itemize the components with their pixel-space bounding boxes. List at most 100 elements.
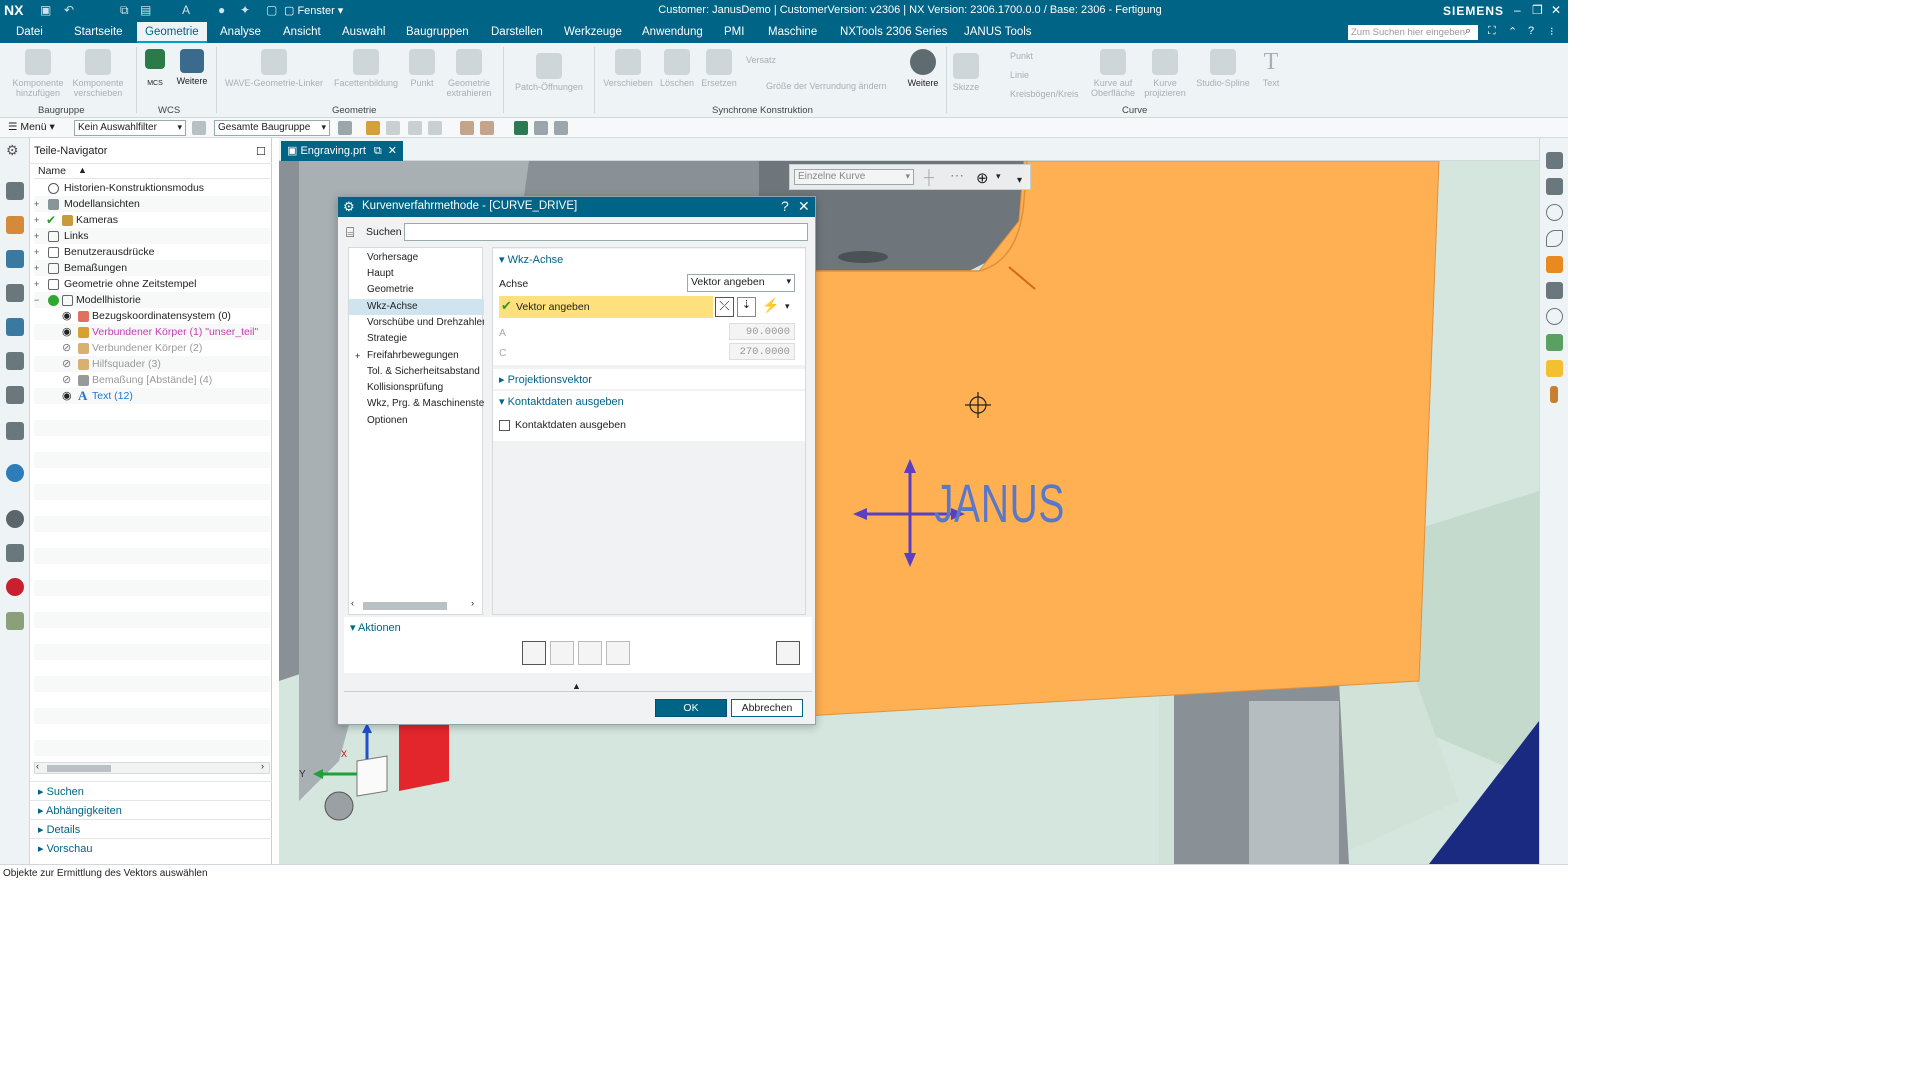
copy-icon[interactable]: ⧉ bbox=[120, 3, 129, 18]
add-component-button[interactable]: Komponente hinzufügen bbox=[8, 49, 68, 98]
tree-item-geometrie[interactable]: Geometrie bbox=[349, 282, 484, 298]
expand-icon[interactable]: + bbox=[34, 196, 44, 212]
settings-icon[interactable]: ⚙ bbox=[6, 142, 19, 159]
collapse-ribbon-icon[interactable]: ⌃ bbox=[1508, 25, 1517, 38]
text-style-icon[interactable]: A bbox=[182, 3, 190, 17]
play-forward-icon[interactable] bbox=[1546, 204, 1563, 221]
machine-navigator-icon[interactable] bbox=[6, 352, 24, 370]
tab-baugruppen[interactable]: Baugruppen bbox=[406, 26, 469, 38]
window-switch-icon[interactable]: ▢ bbox=[266, 3, 277, 17]
vector-options-dropdown-icon[interactable]: ▾ bbox=[785, 301, 790, 312]
process-studio-icon[interactable] bbox=[6, 544, 24, 562]
file-tab-engraving[interactable]: ▣ Engraving.prt ⧉ ✕ bbox=[281, 141, 403, 161]
tab-anwendung[interactable]: Anwendung bbox=[642, 26, 703, 38]
tree-item-vorhersage[interactable]: Vorhersage bbox=[349, 250, 484, 266]
curve-rule-select[interactable]: Einzelne Kurve bbox=[794, 169, 914, 185]
cancel-button[interactable]: Abbrechen bbox=[731, 699, 803, 717]
play-icon[interactable] bbox=[1546, 308, 1563, 325]
star-icon[interactable] bbox=[1546, 360, 1563, 377]
expand-icon[interactable]: + bbox=[355, 348, 360, 364]
web-browser-icon[interactable] bbox=[6, 464, 24, 482]
scroll-left-icon[interactable]: ‹ bbox=[36, 761, 39, 771]
tree-row-historien[interactable]: Historien-Konstruktionsmodus bbox=[34, 180, 270, 196]
dialog-search-input[interactable] bbox=[404, 223, 808, 241]
search-icon[interactable]: ⌕ bbox=[1465, 25, 1471, 38]
tree-item-maschinensteuerung[interactable]: Wkz, Prg. & Maschinensteuerung bbox=[349, 396, 484, 412]
restore-icon[interactable]: ❐ bbox=[1532, 3, 1543, 17]
replace-face-button[interactable]: Ersetzen bbox=[698, 49, 740, 88]
tree-item-vorschuebe[interactable]: Vorschübe und Drehzahlen bbox=[349, 315, 484, 331]
intersect-icon[interactable]: ┼ bbox=[924, 169, 934, 185]
tree-item-optionen[interactable]: Optionen bbox=[349, 413, 484, 429]
list-icon[interactable] bbox=[606, 641, 630, 665]
filter-reset-icon[interactable] bbox=[192, 121, 206, 135]
tab-pmi[interactable]: PMI bbox=[724, 26, 744, 38]
mcs-button[interactable]: MCS bbox=[142, 77, 168, 89]
scrollbar-thumb[interactable] bbox=[363, 602, 447, 610]
navigator-column-header[interactable]: Name ▲ bbox=[34, 165, 270, 179]
system-materials-icon[interactable] bbox=[6, 612, 24, 630]
project-curve-button[interactable]: Kurve projizieren bbox=[1140, 49, 1190, 98]
assembly-navigator-icon[interactable] bbox=[6, 216, 24, 234]
tree-item-kollisionspruefung[interactable]: Kollisionsprüfung bbox=[349, 380, 484, 396]
tree-row-verbundener-koerper-1[interactable]: ◉ Verbundener Körper (1) "unser_teil" bbox=[34, 324, 270, 340]
dialog-title-bar[interactable]: ⚙ Kurvenverfahrmethode - [CURVE_DRIVE] ?… bbox=[338, 197, 815, 217]
curve-on-surface-button[interactable]: Kurve auf Oberfläche bbox=[1088, 49, 1138, 98]
generate-icon[interactable] bbox=[522, 641, 546, 665]
minimize-icon[interactable]: – bbox=[1514, 3, 1521, 17]
touch-mode-icon[interactable]: ✦ bbox=[240, 3, 250, 17]
select-vector-icon[interactable]: ⤫ bbox=[715, 297, 734, 317]
paste-icon[interactable]: ▤ bbox=[140, 3, 151, 17]
tree-row-links[interactable]: + Links bbox=[34, 228, 270, 244]
tab-darstellen[interactable]: Darstellen bbox=[491, 26, 543, 38]
line-button[interactable]: Linie bbox=[996, 70, 1056, 80]
tab-startseite[interactable]: Startseite bbox=[74, 26, 123, 38]
tab-ansicht[interactable]: Ansicht bbox=[283, 26, 321, 38]
tree-item-toleranz[interactable]: Tol. & Sicherheitsabstand bbox=[349, 364, 484, 380]
wave-linker-button[interactable]: WAVE-Geometrie-Linker bbox=[222, 49, 326, 88]
eye-icon[interactable]: ◉ bbox=[62, 388, 72, 404]
show-icon[interactable] bbox=[1546, 334, 1563, 351]
eye-icon[interactable]: ◉ bbox=[62, 308, 72, 324]
close-tab-icon[interactable]: ✕ bbox=[388, 145, 397, 157]
tab-werkzeuge[interactable]: Werkzeuge bbox=[564, 26, 622, 38]
move-face-button[interactable]: Verschieben bbox=[600, 49, 656, 88]
sync-more-button[interactable]: Weitere bbox=[904, 49, 942, 88]
verify-icon[interactable] bbox=[578, 641, 602, 665]
tree-row-hilfsquader[interactable]: ⊘ Hilfsquader (3) bbox=[34, 356, 270, 372]
vector-dialog-icon[interactable]: ⚡ bbox=[761, 297, 781, 317]
fullscreen-icon[interactable]: ⛶ bbox=[1488, 25, 1496, 38]
offset-button[interactable]: Versatz bbox=[746, 55, 806, 65]
scroll-right-icon[interactable]: › bbox=[471, 598, 474, 608]
tab-maschine[interactable]: Maschine bbox=[768, 26, 817, 38]
collapse-dialog-icon[interactable]: ▲ bbox=[572, 681, 581, 691]
panel-suchen[interactable]: ▸ Suchen bbox=[30, 781, 272, 800]
panel-abhaengigkeiten[interactable]: ▸ Abhängigkeiten bbox=[30, 800, 272, 819]
section-header-wkz-achse[interactable]: ▾ Wkz-Achse bbox=[499, 253, 563, 266]
extract-geometry-button[interactable]: Geometrie extrahieren bbox=[442, 49, 496, 98]
history-icon[interactable] bbox=[6, 510, 24, 528]
wcs-more-button[interactable]: Weitere bbox=[174, 49, 210, 86]
tree-row-geometrie-ohne-zeitstempel[interactable]: + Geometrie ohne Zeitstempel bbox=[34, 276, 270, 292]
close-dialog-icon[interactable]: ✕ bbox=[798, 198, 810, 215]
tree-item-wkz-achse[interactable]: Wkz-Achse bbox=[349, 299, 484, 315]
collapse-icon[interactable]: − bbox=[34, 292, 44, 308]
tree-item-strategie[interactable]: Strategie bbox=[349, 331, 484, 347]
tab-analyse[interactable]: Analyse bbox=[220, 26, 261, 38]
more-icon[interactable]: ⁝ bbox=[1550, 25, 1554, 38]
dotted-icon[interactable]: ⋯ bbox=[950, 167, 964, 184]
window-menu[interactable]: ▢ Fenster ▾ bbox=[284, 4, 343, 17]
wcs-dynamic-button[interactable] bbox=[142, 49, 168, 72]
replay-icon[interactable] bbox=[550, 641, 574, 665]
tree-row-bemassungen[interactable]: + Bemaßungen bbox=[34, 260, 270, 276]
tab-janus-tools[interactable]: JANUS Tools bbox=[964, 26, 1032, 38]
tree-item-haupt[interactable]: Haupt bbox=[349, 266, 484, 282]
eye-icon[interactable] bbox=[534, 121, 548, 135]
tree-row-verbundener-koerper-2[interactable]: ⊘ Verbundener Körper (2) bbox=[34, 340, 270, 356]
undo-icon[interactable]: ↶ bbox=[64, 3, 74, 17]
horizontal-scrollbar[interactable]: ‹ › bbox=[34, 761, 270, 774]
tree-row-kameras[interactable]: + ✔ Kameras bbox=[34, 212, 270, 228]
color-object-icon[interactable] bbox=[1546, 256, 1563, 273]
hidden-eye-icon[interactable]: ⊘ bbox=[62, 356, 71, 372]
model-view-icon[interactable] bbox=[6, 422, 24, 440]
